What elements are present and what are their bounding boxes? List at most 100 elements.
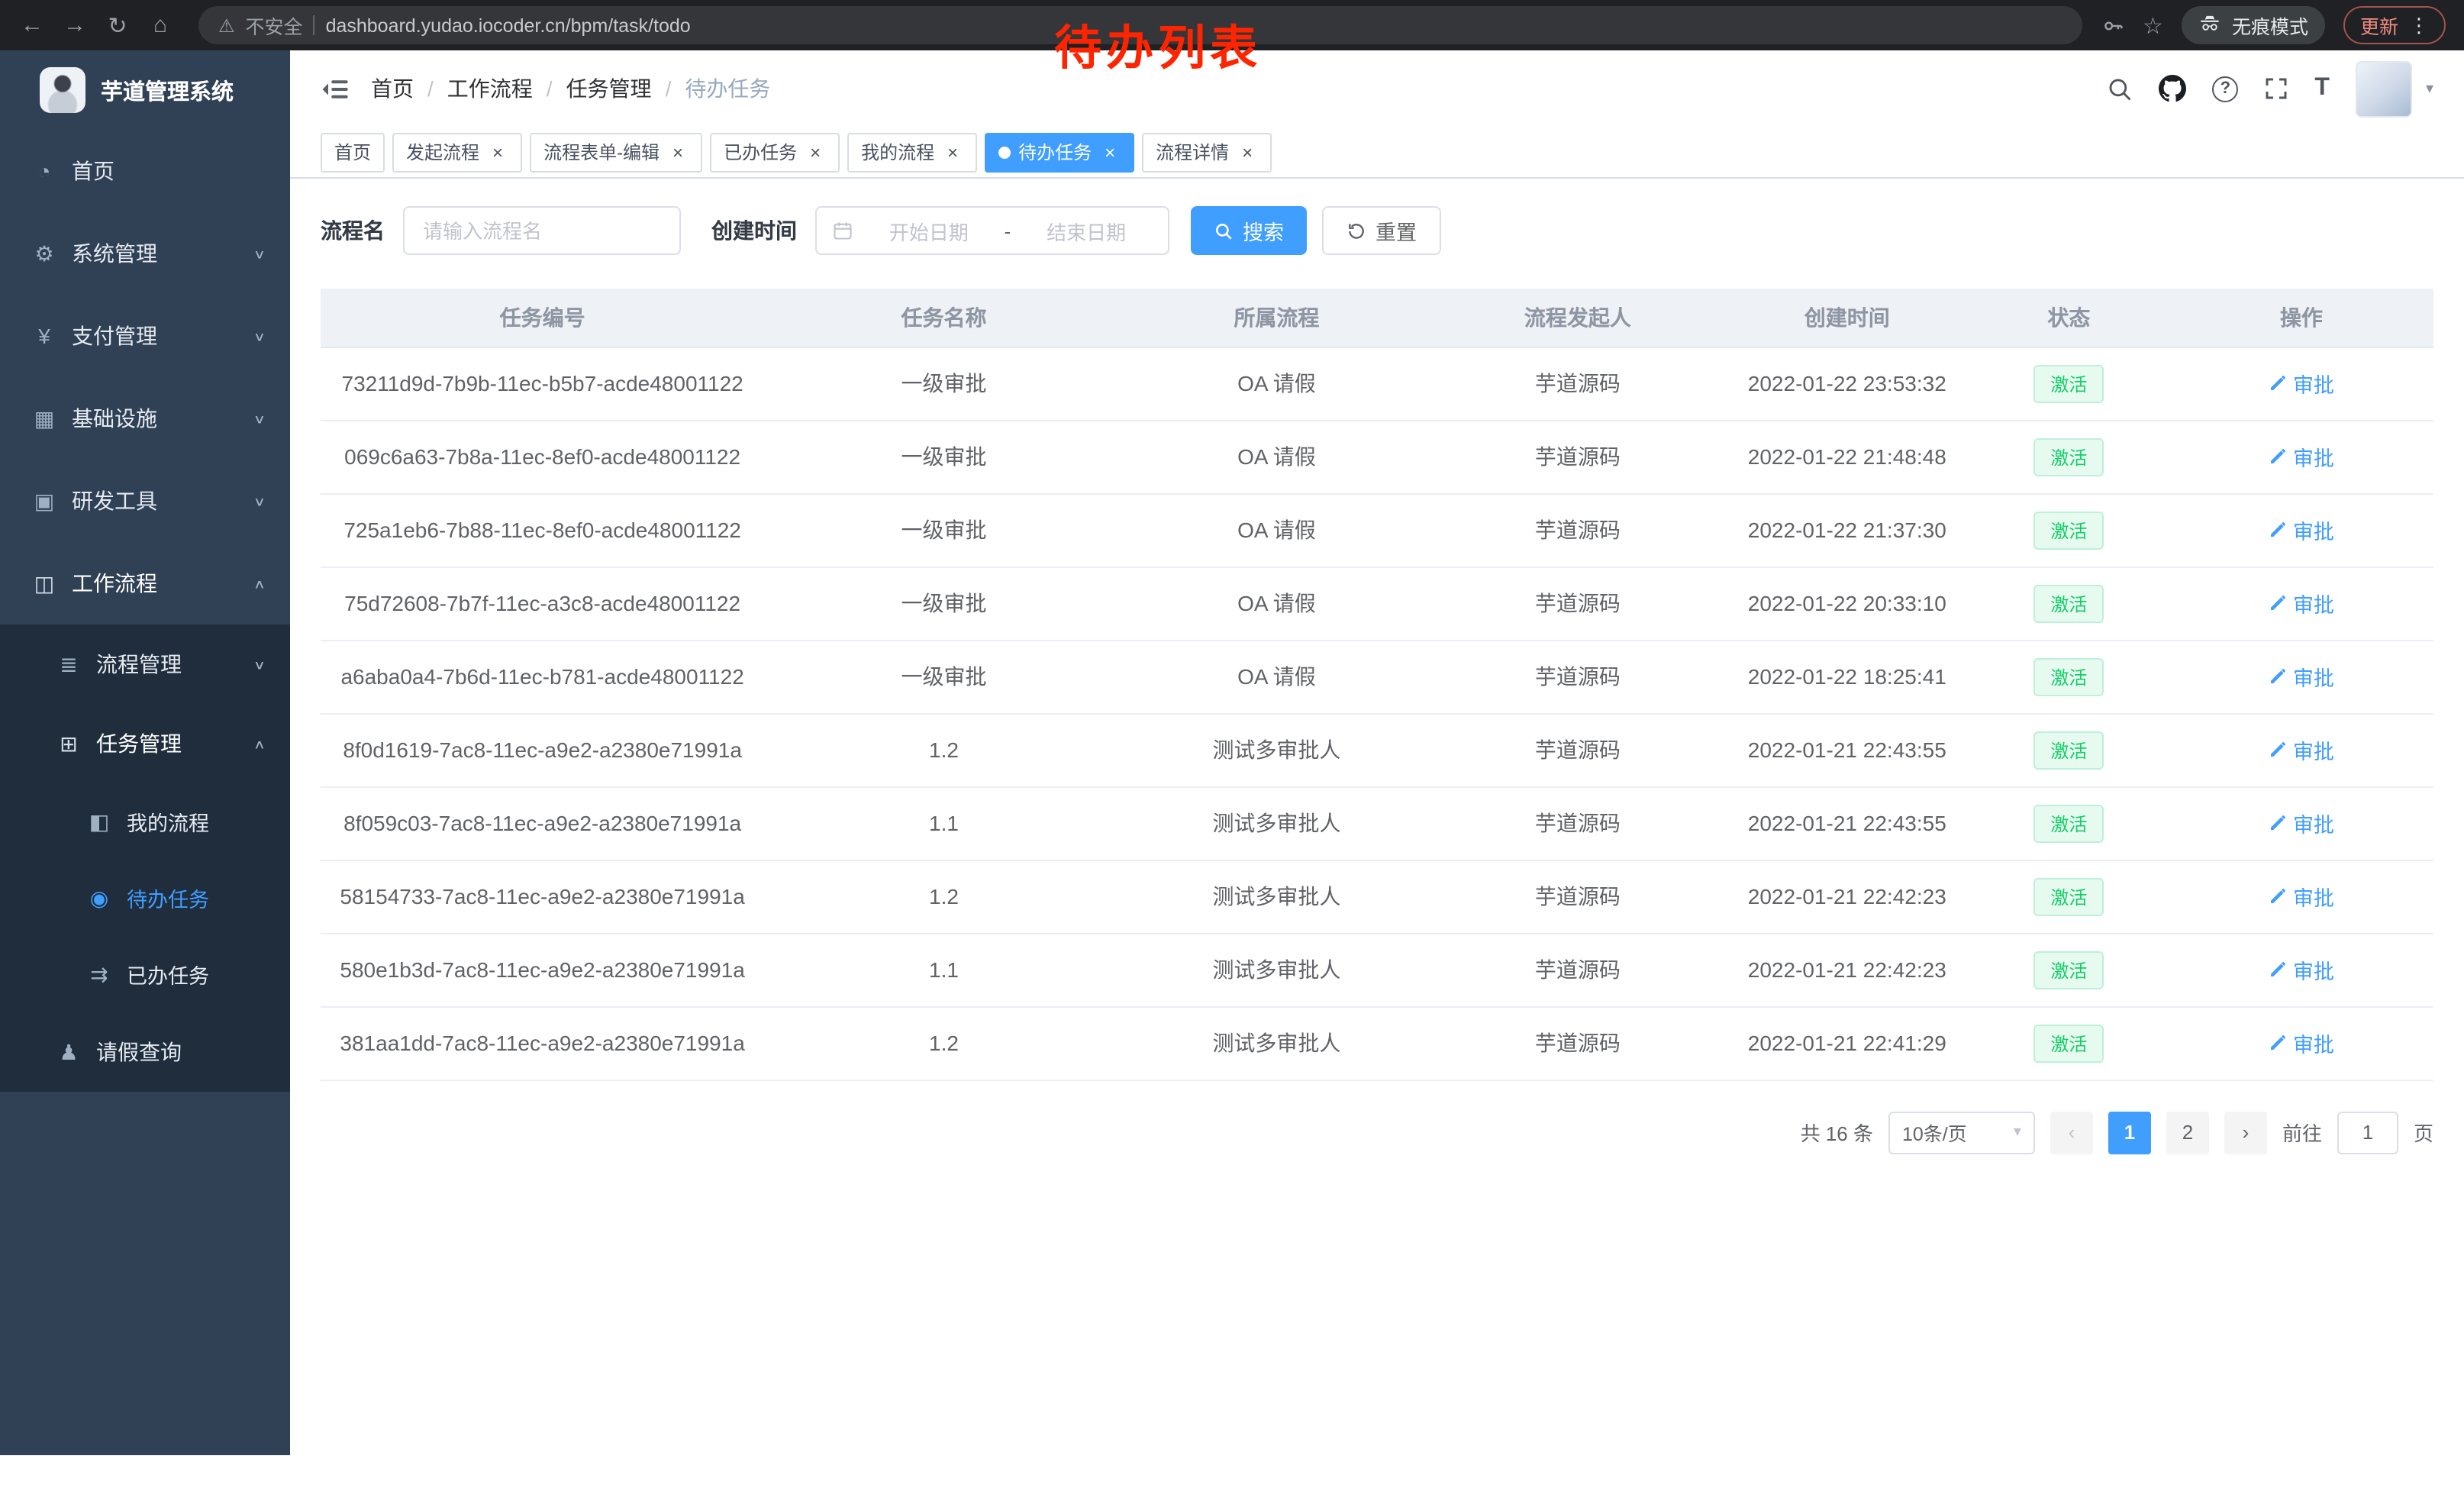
avatar[interactable] — [2356, 60, 2412, 117]
update-chip[interactable]: 更新 ⋮ — [2343, 6, 2446, 44]
tab[interactable]: 流程表单-编辑 × — [530, 132, 702, 172]
forward-button[interactable]: → — [55, 5, 95, 45]
search-button[interactable]: 搜索 — [1191, 206, 1307, 255]
app-shell: 芋道管理系统 ◔ 首页 ⚙ 系统管理 ∨ ¥ 支付管理 ∨ ▦ 基础设施 ∨ ▣… — [0, 50, 2464, 1455]
column-header: 创建时间 — [1726, 289, 1969, 347]
breadcrumb-item-task-mgmt[interactable]: 任务管理 — [566, 73, 652, 104]
more-menu-icon[interactable]: ⋮ — [2409, 13, 2429, 37]
sidebar-item-home[interactable]: ◔ 首页 — [0, 130, 290, 212]
breadcrumb-item-workflow[interactable]: 工作流程 — [447, 73, 533, 104]
search-icon[interactable] — [2107, 76, 2133, 102]
sidebar-toggle-icon[interactable] — [321, 74, 350, 103]
menu-label: 基础设施 — [72, 403, 157, 434]
fullscreen-icon[interactable] — [2264, 76, 2288, 101]
cell-initiator: 芋道源码 — [1430, 640, 1726, 713]
reload-button[interactable]: ↻ — [98, 5, 137, 45]
tab[interactable]: 已办任务 × — [710, 132, 840, 172]
date-range-picker[interactable]: 开始日期 - 结束日期 — [815, 206, 1169, 255]
menu-label: 已办任务 — [127, 959, 209, 989]
sidebar-item-payment[interactable]: ¥ 支付管理 ∨ — [0, 295, 290, 377]
sidebar-item-workflow[interactable]: ◫ 工作流程 ∧ — [0, 542, 290, 625]
tab[interactable]: 待办任务 × — [985, 132, 1134, 172]
breadcrumb: 首页 / 工作流程 / 任务管理 / 待办任务 — [371, 73, 770, 104]
tab-label: 我的流程 — [861, 139, 934, 165]
help-icon[interactable]: ? — [2212, 76, 2238, 102]
tab[interactable]: 发起流程 × — [392, 132, 522, 172]
sidebar-item-infra[interactable]: ▦ 基础设施 ∨ — [0, 377, 290, 460]
sidebar-item-devtools[interactable]: ▣ 研发工具 ∨ — [0, 460, 290, 542]
tab-close-icon[interactable]: × — [667, 141, 689, 163]
update-label: 更新 — [2360, 11, 2398, 40]
filter-bar: 流程名 创建时间 开始日期 - 结束日期 搜索 重 — [321, 206, 2433, 255]
font-size-icon[interactable]: T — [2314, 75, 2330, 102]
status-badge: 激活 — [2033, 1024, 2104, 1062]
page-size-select[interactable]: 10条/页 ▾ — [1888, 1111, 2035, 1154]
page-button[interactable]: 2 — [2166, 1111, 2209, 1154]
tab[interactable]: 流程详情 × — [1142, 132, 1272, 172]
cell-action: 审批 — [2169, 567, 2433, 640]
approve-link[interactable]: 审批 — [2269, 661, 2334, 692]
caret-down-icon: ▾ — [2014, 1124, 2021, 1141]
sidebar-item-leave-query[interactable]: ♟ 请假查询 — [0, 1012, 290, 1092]
cell-task-name: 一级审批 — [764, 347, 1124, 420]
task-icon: ⊞ — [55, 731, 82, 757]
cell-status: 激活 — [1969, 1006, 2169, 1080]
approve-link[interactable]: 审批 — [2269, 954, 2334, 985]
approve-link[interactable]: 审批 — [2269, 881, 2334, 912]
sidebar-item-system[interactable]: ⚙ 系统管理 ∨ — [0, 212, 290, 295]
cell-created-time: 2022-01-21 22:42:23 — [1726, 860, 1969, 933]
tab-close-icon[interactable]: × — [1099, 141, 1121, 163]
reset-button[interactable]: 重置 — [1322, 206, 1441, 255]
browser-actions: ☆ 无痕模式 更新 ⋮ — [2100, 6, 2452, 44]
next-page-button[interactable]: › — [2224, 1111, 2267, 1154]
status-badge: 激活 — [2033, 657, 2104, 696]
approve-link[interactable]: 审批 — [2269, 734, 2334, 765]
logo: 芋道管理系统 — [0, 50, 290, 130]
tab-close-icon[interactable]: × — [1237, 141, 1258, 163]
breadcrumb-item-home[interactable]: 首页 — [371, 73, 414, 104]
sidebar-item-process-mgmt[interactable]: ≣ 流程管理 ∨ — [0, 625, 290, 704]
chevron-up-icon: ∧ — [253, 576, 266, 591]
approve-link[interactable]: 审批 — [2269, 588, 2334, 618]
cell-task-name: 一级审批 — [764, 567, 1124, 640]
tab-close-icon[interactable]: × — [942, 141, 963, 163]
sidebar-item-task-mgmt[interactable]: ⊞ 任务管理 ∧ — [0, 704, 290, 783]
tab[interactable]: 首页 — [321, 132, 385, 172]
approve-link[interactable]: 审批 — [2269, 515, 2334, 545]
status-badge: 激活 — [2033, 511, 2104, 549]
chevron-down-icon: ∨ — [253, 328, 266, 344]
tab-close-icon[interactable]: × — [487, 141, 508, 163]
column-header: 操作 — [2169, 289, 2433, 347]
github-icon[interactable] — [2159, 75, 2186, 102]
table-row: 73211d9d-7b9b-11ec-b5b7-acde48001122 一级审… — [321, 347, 2433, 420]
chevron-down-icon: ∨ — [253, 657, 266, 672]
tab[interactable]: 我的流程 × — [847, 132, 977, 172]
home-button[interactable]: ⌂ — [140, 5, 180, 45]
prev-page-button[interactable]: ‹ — [2050, 1111, 2093, 1154]
approve-link[interactable]: 审批 — [2269, 368, 2334, 399]
sidebar-item-done-task[interactable]: ⇉ 已办任务 — [0, 936, 290, 1012]
cell-task-id: 381aa1dd-7ac8-11ec-a9e2-a2380e71991a — [321, 1006, 764, 1080]
key-icon[interactable] — [2100, 13, 2124, 37]
page-button[interactable]: 1 — [2108, 1111, 2151, 1154]
menu-label: 请假查询 — [96, 1037, 182, 1067]
approve-link[interactable]: 审批 — [2269, 1028, 2334, 1058]
breadcrumb-separator: / — [547, 76, 553, 101]
back-button[interactable]: ← — [12, 5, 52, 45]
sidebar-item-todo-task[interactable]: ◉ 待办任务 — [0, 860, 290, 936]
goto-page-input[interactable] — [2337, 1111, 2398, 1154]
caret-down-icon[interactable]: ▾ — [2426, 80, 2433, 97]
tab-close-icon[interactable]: × — [805, 141, 826, 163]
cell-action: 审批 — [2169, 1006, 2433, 1080]
star-icon[interactable]: ☆ — [2143, 11, 2163, 39]
status-badge: 激活 — [2033, 584, 2104, 622]
process-name-input[interactable] — [403, 206, 681, 255]
status-badge: 激活 — [2033, 437, 2104, 476]
approve-link[interactable]: 审批 — [2269, 808, 2334, 838]
sidebar-item-my-process[interactable]: ◧ 我的流程 — [0, 783, 290, 860]
cell-process: OA 请假 — [1124, 567, 1430, 640]
security-label: 不安全 — [246, 11, 303, 40]
approve-link[interactable]: 审批 — [2269, 441, 2334, 472]
approve-link-label: 审批 — [2293, 808, 2334, 838]
cell-status: 激活 — [1969, 860, 2169, 933]
